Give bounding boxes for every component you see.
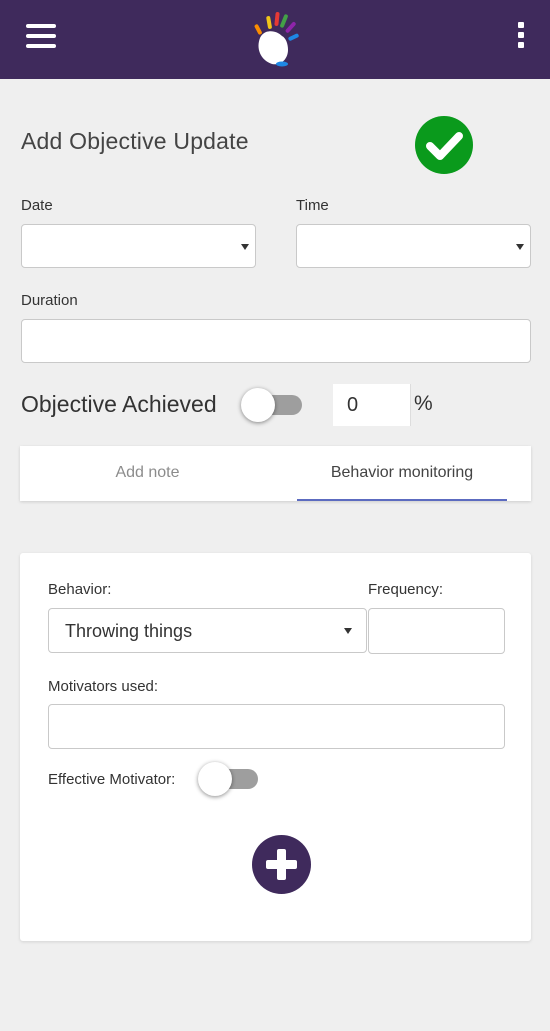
- achieved-percent-input[interactable]: 0: [333, 384, 411, 426]
- tab-bar: Add note Behavior monitoring: [20, 446, 531, 501]
- chevron-down-icon: [241, 244, 249, 250]
- add-behavior-button[interactable]: [252, 835, 311, 894]
- motivators-input[interactable]: [48, 704, 505, 749]
- hamburger-menu-icon[interactable]: [26, 24, 56, 50]
- time-select[interactable]: [296, 224, 531, 268]
- objective-achieved-toggle[interactable]: [241, 388, 302, 422]
- duration-label: Duration: [21, 292, 78, 309]
- behavior-value: Throwing things: [65, 621, 193, 641]
- frequency-label: Frequency:: [368, 581, 444, 598]
- chevron-down-icon: [344, 628, 352, 634]
- save-check-button[interactable]: [415, 116, 473, 174]
- objective-achieved-label: Objective Achieved: [21, 391, 217, 417]
- behavior-label: Behavior:: [48, 581, 112, 598]
- check-circle-icon: [426, 132, 463, 160]
- date-select[interactable]: [21, 224, 256, 268]
- app-bar: [0, 0, 550, 79]
- more-vert-icon[interactable]: [512, 22, 530, 52]
- effective-motivator-toggle[interactable]: [198, 762, 258, 796]
- time-label: Time: [296, 197, 329, 214]
- tab-behavior-monitoring[interactable]: Behavior monitoring: [297, 446, 507, 501]
- page-title: Add Objective Update: [21, 128, 249, 154]
- motivators-label: Motivators used:: [48, 678, 159, 695]
- behavior-select[interactable]: Throwing things: [48, 608, 367, 653]
- hand-logo-icon: [254, 12, 299, 67]
- toggle-knob: [241, 388, 275, 422]
- frequency-input[interactable]: [368, 608, 505, 654]
- toggle-knob: [198, 762, 232, 796]
- effective-motivator-label: Effective Motivator:: [48, 771, 176, 788]
- percent-sign: %: [414, 392, 433, 415]
- date-label: Date: [21, 197, 53, 214]
- chevron-down-icon: [516, 244, 524, 250]
- tab-add-note[interactable]: Add note: [20, 446, 275, 501]
- duration-input[interactable]: [21, 319, 531, 363]
